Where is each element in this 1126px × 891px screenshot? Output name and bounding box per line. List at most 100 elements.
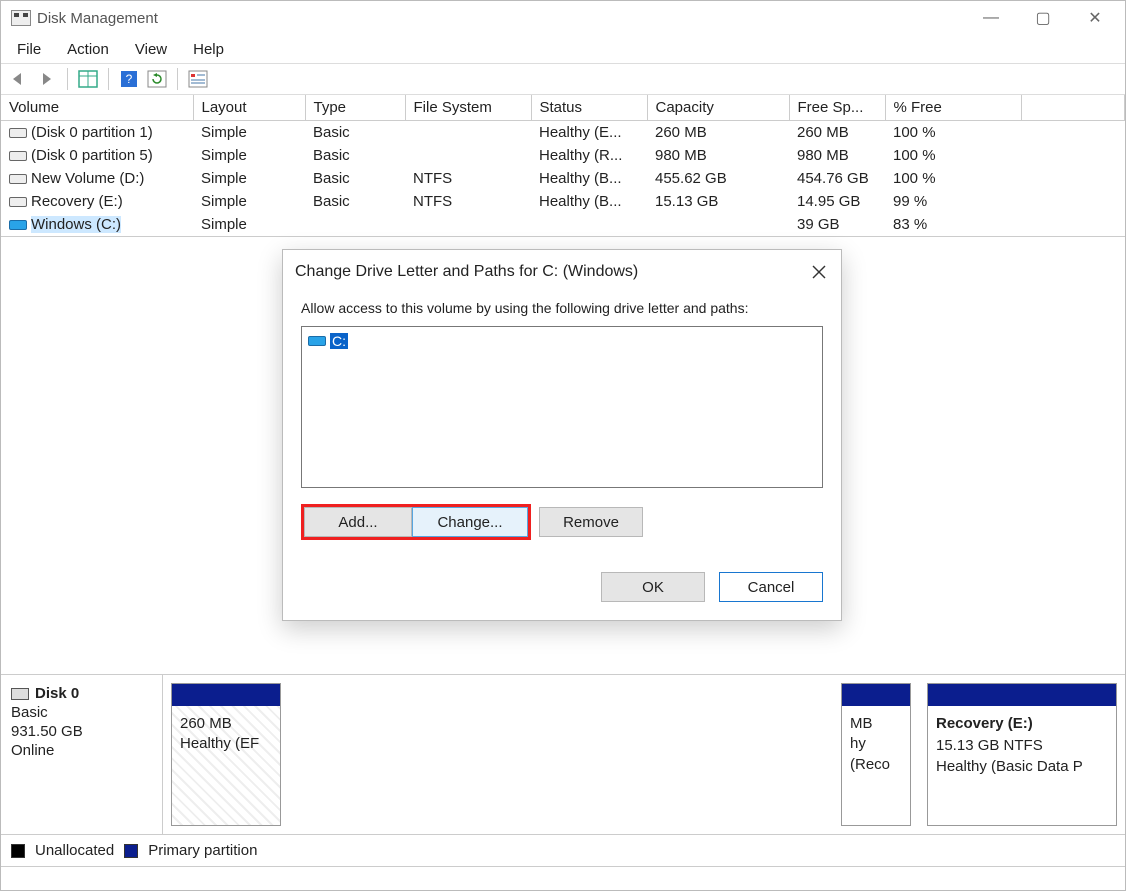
table-row[interactable]: (Disk 0 partition 5)SimpleBasicHealthy (… (1, 144, 1125, 167)
disk-management-window: Disk Management — ▢ ✕ File Action View H… (0, 0, 1126, 891)
back-icon[interactable] (7, 67, 31, 91)
dialog-titlebar: Change Drive Letter and Paths for C: (Wi… (283, 250, 841, 292)
toolbar: ? (1, 63, 1125, 95)
toolbar-separator (108, 68, 109, 90)
cell-cap: 15.13 GB (647, 190, 789, 213)
toolbar-separator (177, 68, 178, 90)
menu-action[interactable]: Action (55, 39, 121, 60)
drive-icon (9, 220, 27, 230)
partition-header (172, 684, 280, 706)
cell-layout: Simple (193, 213, 305, 236)
disk-name: Disk 0 (35, 685, 79, 702)
col-pctfree[interactable]: % Free (885, 95, 1021, 121)
col-free[interactable]: Free Sp... (789, 95, 885, 121)
cell-cap: 455.62 GB (647, 167, 789, 190)
table-row[interactable]: New Volume (D:)SimpleBasicNTFSHealthy (B… (1, 167, 1125, 190)
cell-fs (405, 213, 531, 236)
disk-size: 931.50 GB (11, 723, 152, 740)
drive-paths-list[interactable]: C: (301, 326, 823, 488)
cell-pct: 83 % (885, 213, 1021, 236)
properties-table-icon[interactable] (76, 67, 100, 91)
change-button[interactable]: Change... (412, 507, 528, 537)
svg-text:?: ? (126, 72, 133, 86)
volume-table-wrap: Volume Layout Type File System Status Ca… (1, 95, 1125, 237)
cell-fs (405, 144, 531, 167)
cell-cap: 260 MB (647, 121, 789, 145)
cell-fs (405, 121, 531, 145)
partition-size: 260 MB (180, 714, 272, 734)
drive-icon (308, 336, 326, 346)
drive-icon (9, 128, 27, 138)
cell-layout: Simple (193, 121, 305, 145)
toolbar-separator (67, 68, 68, 90)
table-header-row: Volume Layout Type File System Status Ca… (1, 95, 1125, 121)
cell-type: Basic (305, 121, 405, 145)
refresh-icon[interactable] (145, 67, 169, 91)
cell-fs: NTFS (405, 190, 531, 213)
highlighted-button-group: Add... Change... (301, 504, 531, 540)
partition-title: Recovery (E:) (936, 714, 1108, 734)
dialog-close-icon[interactable] (809, 262, 829, 282)
change-drive-letter-dialog: Change Drive Letter and Paths for C: (Wi… (282, 249, 842, 621)
partition-body: 260 MBHealthy (EF (172, 706, 280, 825)
partition-strip: 260 MBHealthy (EFMBhy (RecoRecovery (E:)… (163, 675, 1125, 834)
partition-header (842, 684, 910, 706)
legend: Unallocated Primary partition (1, 834, 1125, 866)
disk-mgmt-icon (11, 10, 31, 26)
disk-graphical-pane: Disk 0 Basic 931.50 GB Online 260 MBHeal… (1, 674, 1125, 834)
menu-help[interactable]: Help (181, 39, 236, 60)
forward-icon[interactable] (35, 67, 59, 91)
col-volume[interactable]: Volume (1, 95, 193, 121)
titlebar: Disk Management — ▢ ✕ (1, 1, 1125, 35)
ok-button[interactable]: OK (601, 572, 705, 602)
help-icon[interactable]: ? (117, 67, 141, 91)
volume-table[interactable]: Volume Layout Type File System Status Ca… (1, 95, 1125, 236)
col-blank (1021, 95, 1125, 121)
cell-free: 454.76 GB (789, 167, 885, 190)
legend-label-primary: Primary partition (148, 842, 257, 859)
cell-free: 14.95 GB (789, 190, 885, 213)
partition-status: hy (Reco (850, 734, 902, 775)
table-row[interactable]: Recovery (E:)SimpleBasicNTFSHealthy (B..… (1, 190, 1125, 213)
cell-pct: 100 % (885, 144, 1021, 167)
settings-list-icon[interactable] (186, 67, 210, 91)
cell-cap (647, 213, 789, 236)
disk-info[interactable]: Disk 0 Basic 931.50 GB Online (1, 675, 163, 834)
partition-block[interactable]: 260 MBHealthy (EF (171, 683, 281, 826)
cell-layout: Simple (193, 167, 305, 190)
minimize-button[interactable]: — (965, 1, 1017, 35)
list-item[interactable]: C: (308, 333, 816, 349)
cell-status (531, 213, 647, 236)
col-status[interactable]: Status (531, 95, 647, 121)
close-button[interactable]: ✕ (1069, 1, 1121, 35)
partition-block[interactable]: Recovery (E:)15.13 GB NTFSHealthy (Basic… (927, 683, 1117, 826)
col-capacity[interactable]: Capacity (647, 95, 789, 121)
cell-pct: 100 % (885, 121, 1021, 145)
legend-swatch-primary (124, 844, 138, 858)
cell-fs: NTFS (405, 167, 531, 190)
cell-type: Basic (305, 190, 405, 213)
remove-button[interactable]: Remove (539, 507, 643, 537)
window-title: Disk Management (37, 10, 158, 27)
cell-status: Healthy (E... (531, 121, 647, 145)
table-row[interactable]: Windows (C:)Simple39 GB83 % (1, 213, 1125, 236)
window-controls: — ▢ ✕ (965, 1, 1121, 35)
menu-view[interactable]: View (123, 39, 179, 60)
col-layout[interactable]: Layout (193, 95, 305, 121)
table-row[interactable]: (Disk 0 partition 1)SimpleBasicHealthy (… (1, 121, 1125, 145)
col-filesystem[interactable]: File System (405, 95, 531, 121)
volume-name: Windows (C:) (31, 216, 121, 233)
legend-label-unallocated: Unallocated (35, 842, 114, 859)
partition-status: Healthy (EF (180, 734, 272, 754)
partition-size: MB (850, 714, 902, 734)
menu-file[interactable]: File (5, 39, 53, 60)
cancel-button[interactable]: Cancel (719, 572, 823, 602)
maximize-button[interactable]: ▢ (1017, 1, 1069, 35)
col-type[interactable]: Type (305, 95, 405, 121)
disk-state: Online (11, 742, 152, 759)
partition-block[interactable]: MBhy (Reco (841, 683, 911, 826)
dialog-description: Allow access to this volume by using the… (301, 300, 823, 316)
cell-status: Healthy (B... (531, 167, 647, 190)
add-button[interactable]: Add... (304, 507, 412, 537)
volume-name: Recovery (E:) (31, 193, 123, 210)
